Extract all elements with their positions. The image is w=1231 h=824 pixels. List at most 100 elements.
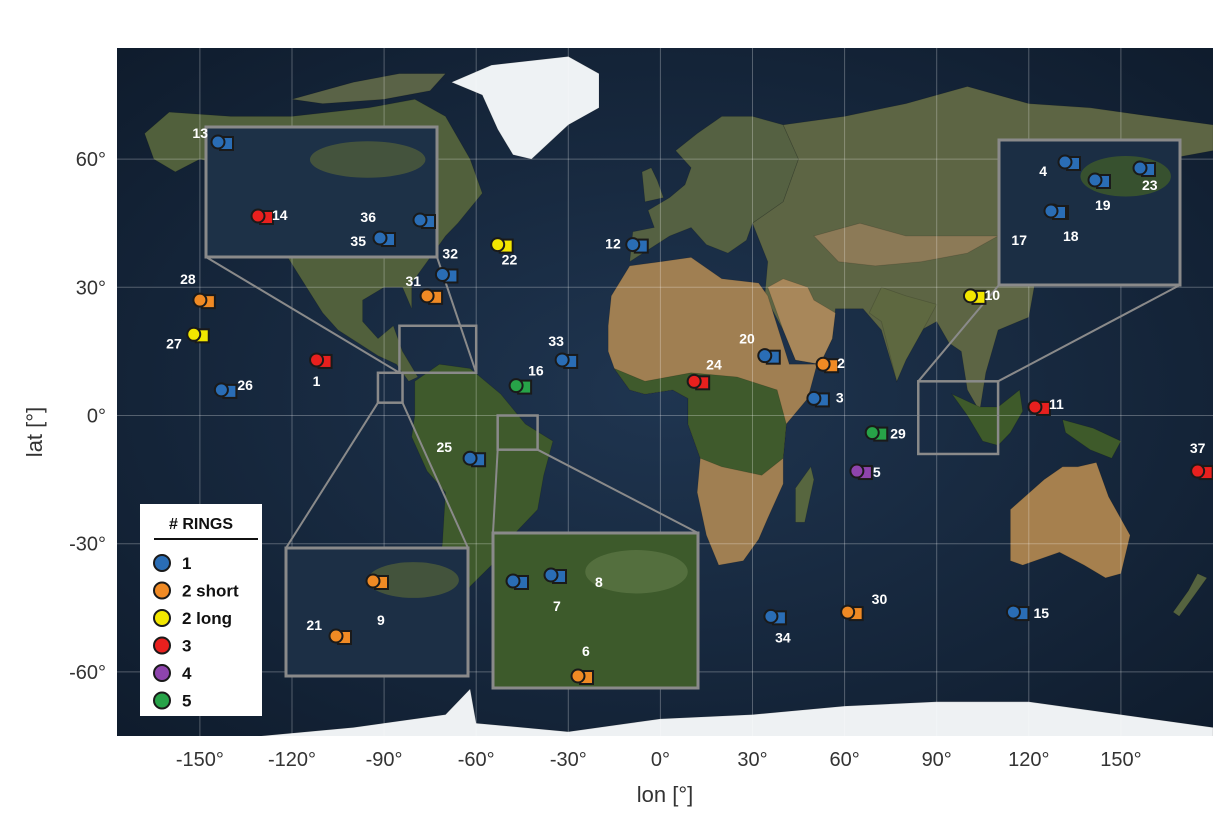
site-27-circle-marker — [186, 326, 202, 342]
legend-swatch — [153, 554, 171, 572]
y-axis-label: lat [°] — [22, 407, 47, 457]
site-19-label: 19 — [1095, 197, 1111, 213]
site-22-circle-marker — [490, 237, 506, 253]
legend-swatch — [153, 636, 171, 655]
site-23-label: 23 — [1142, 177, 1158, 193]
x-tick-label: 90° — [922, 749, 952, 771]
site-30-label: 30 — [872, 591, 888, 607]
site-33-label: 33 — [548, 333, 564, 349]
world-map-figure: 1235101112151620222425262728293031323334… — [22, 48, 1213, 807]
x-tick-label: -60° — [458, 749, 495, 771]
site-21-circle-marker — [328, 628, 344, 644]
x-axis-label: lon [°] — [637, 782, 694, 807]
site-8-label: 8 — [595, 574, 603, 590]
legend-item-label: 2 short — [182, 582, 239, 601]
site-22-label: 22 — [502, 252, 518, 268]
site-16-circle-marker — [508, 378, 524, 394]
site-35-circle-marker — [372, 230, 388, 246]
site-33-circle-marker — [554, 352, 570, 368]
site-30-circle-marker — [840, 604, 856, 620]
site-20-label: 20 — [739, 331, 755, 347]
legend-item-label: 5 — [182, 692, 191, 711]
y-tick-label: -60° — [69, 662, 106, 684]
site-11-circle-marker — [1027, 399, 1043, 415]
map-area: 1235101112151620222425262728293031323334… — [117, 48, 1213, 736]
inset-amazon: 7 8 6 — [491, 531, 700, 690]
inset-caribbean-terrain — [309, 141, 426, 178]
site-23-circle-marker — [1132, 160, 1148, 176]
site-13-label: 13 — [192, 125, 208, 141]
y-axis-ticks: 60° 30° 0° -30° -60° — [69, 149, 106, 684]
site-1-label: 1 — [313, 373, 321, 389]
site-28-label: 28 — [180, 271, 196, 287]
y-tick-label: 30° — [76, 277, 106, 299]
site-13-circle-marker — [210, 134, 226, 150]
site-4-circle-marker — [1057, 154, 1073, 170]
site-25-circle-marker — [462, 450, 478, 466]
site-26-circle-marker — [213, 382, 229, 398]
site-32-circle-marker — [434, 266, 450, 282]
site-11-label: 11 — [1049, 396, 1064, 412]
site-37-label: 37 — [1190, 440, 1206, 456]
site-8-circle-marker — [543, 567, 559, 583]
x-tick-label: -120° — [268, 749, 316, 771]
site-1-circle-marker — [309, 352, 325, 368]
site-17-label: 17 — [1011, 232, 1027, 248]
legend: # RINGS 1 2 short 2 long 3 4 5 — [140, 504, 262, 716]
site-29-circle-marker — [864, 425, 880, 441]
site-19-circle-marker — [1087, 172, 1103, 188]
site-31-circle-marker — [419, 288, 435, 304]
site-35-label: 35 — [350, 233, 366, 249]
site-10-circle-marker — [962, 288, 978, 304]
x-tick-label: 60° — [829, 749, 859, 771]
site-26-label: 26 — [237, 377, 253, 393]
legend-item-label: 1 — [182, 554, 191, 573]
site-31-label: 31 — [405, 273, 421, 289]
site-12-label: 12 — [605, 236, 621, 252]
site-9-label: 9 — [377, 612, 385, 628]
site-32-label: 32 — [442, 245, 458, 261]
site-5-circle-marker — [849, 463, 865, 479]
x-tick-label: 150° — [1100, 749, 1141, 771]
site-12-circle-marker — [625, 237, 641, 253]
legend-swatch — [153, 581, 171, 600]
site-16-label: 16 — [528, 363, 544, 379]
y-tick-label: 0° — [87, 406, 106, 428]
site-20-circle-marker — [757, 348, 773, 364]
site-6-circle-marker — [570, 668, 586, 684]
x-axis-ticks: -150° -120° -90° -60° -30° 0° 30° 60° 90° 120° 150… — [176, 749, 1142, 771]
site-2-circle-marker — [815, 356, 831, 372]
site-2-label: 2 — [837, 355, 845, 371]
site-27-label: 27 — [166, 335, 182, 351]
site-24-circle-marker — [686, 373, 702, 389]
site-14-label: 14 — [272, 207, 288, 223]
site-34-label: 34 — [775, 629, 791, 645]
legend-swatch — [153, 664, 171, 682]
site-5-label: 5 — [873, 464, 881, 480]
site-3-label: 3 — [836, 389, 844, 405]
site-28-circle-marker — [192, 292, 208, 308]
legend-swatch — [153, 609, 171, 627]
site-3-circle-marker — [806, 390, 822, 406]
inset-caribbean: 13 14 35 36 — [192, 125, 439, 259]
site-15-label: 15 — [1033, 605, 1049, 621]
site-34-circle-marker — [763, 608, 779, 624]
site-14-circle-marker — [250, 208, 266, 224]
site-36-circle-marker — [412, 212, 428, 228]
site-25-label: 25 — [436, 439, 452, 455]
x-tick-label: -150° — [176, 749, 224, 771]
site-29-label: 29 — [890, 426, 906, 442]
x-tick-label: 120° — [1008, 749, 1049, 771]
site-18-circle-marker — [1043, 203, 1059, 219]
y-tick-label: 60° — [76, 149, 106, 171]
legend-item-label: 2 long — [182, 609, 232, 628]
legend-item-label: 4 — [182, 664, 192, 683]
y-tick-label: -30° — [69, 534, 106, 556]
site-7-circle-marker — [505, 573, 521, 589]
inset-indonesia: 4 17 18 19 23 — [997, 138, 1182, 287]
site-24-label: 24 — [706, 356, 722, 372]
site-36-label: 36 — [360, 209, 376, 225]
inset-central-america: 21 9 — [284, 546, 470, 678]
x-tick-label: -90° — [366, 749, 403, 771]
site-10-label: 10 — [984, 287, 1000, 303]
